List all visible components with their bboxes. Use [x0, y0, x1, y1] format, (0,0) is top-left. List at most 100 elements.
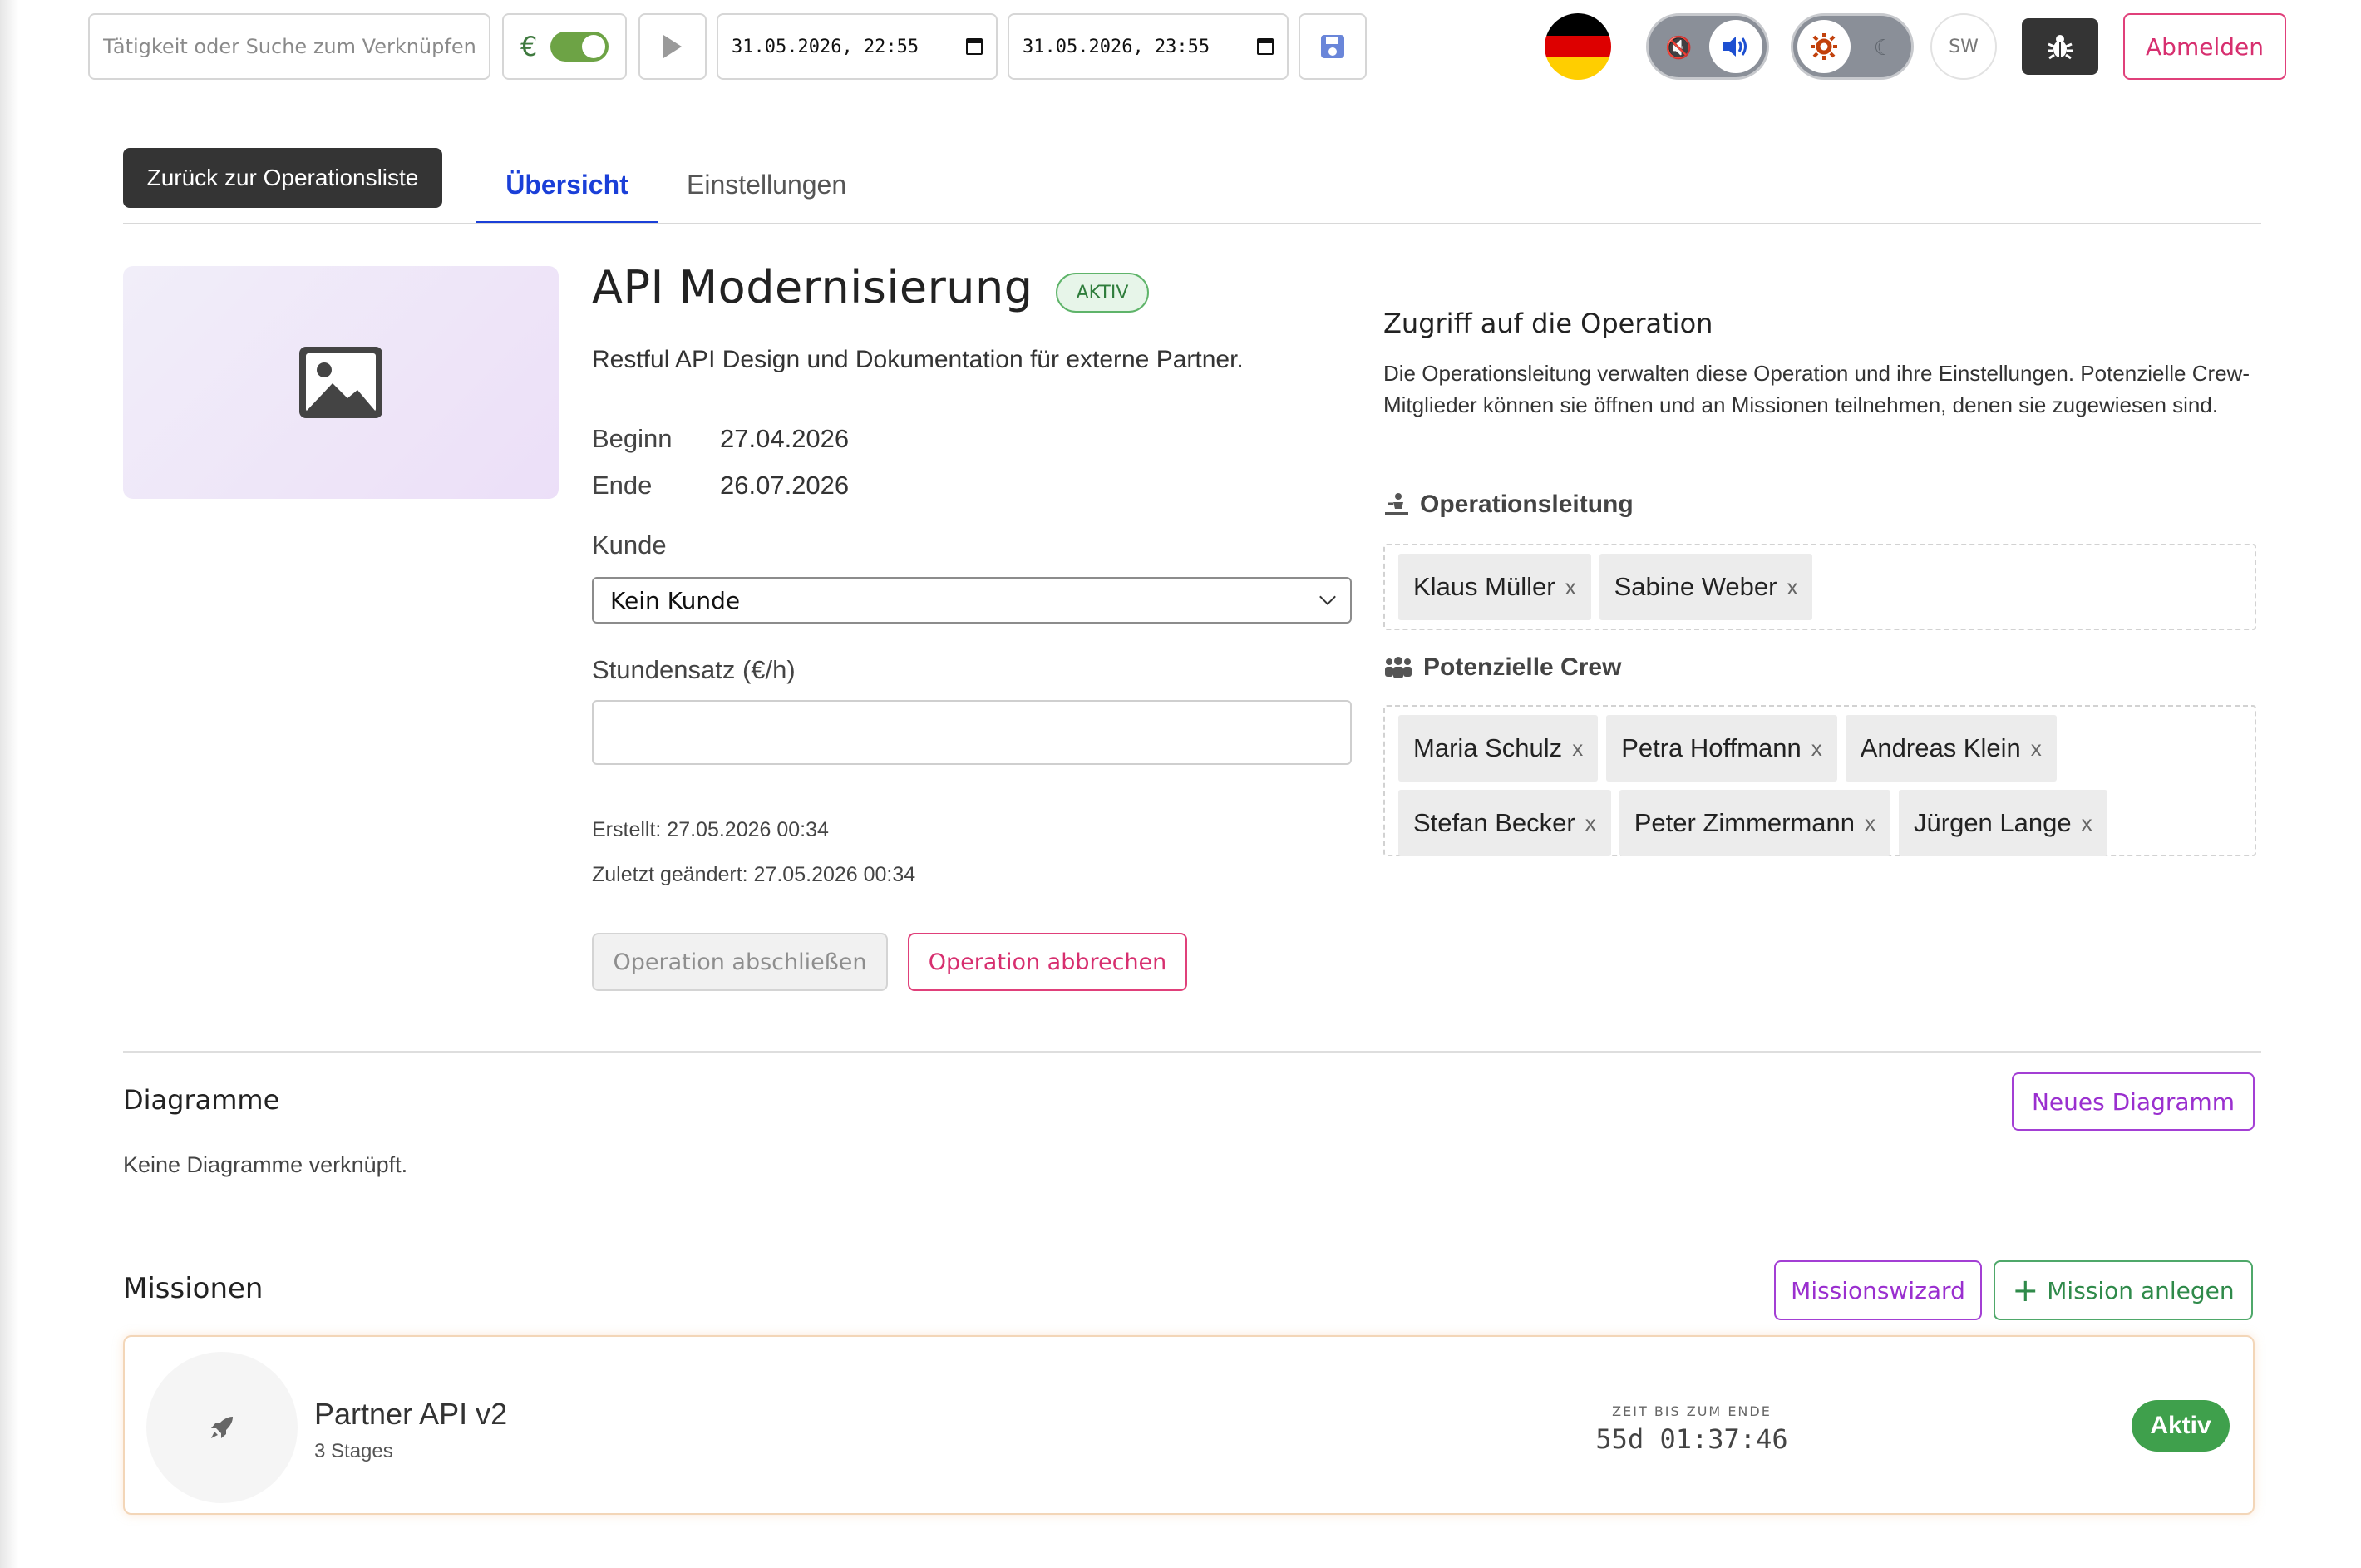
- flag-stripe-gold: [1545, 57, 1611, 80]
- mission-stage-count: 3 Stages: [314, 1440, 393, 1462]
- remove-crew-button[interactable]: x: [1572, 736, 1583, 762]
- access-heading: Zugriff auf die Operation: [1383, 308, 1713, 339]
- tab-overview[interactable]: Übersicht: [476, 160, 658, 224]
- new-diagram-button[interactable]: Neues Diagramm: [2012, 1072, 2255, 1131]
- begin-value: 27.04.2026: [720, 424, 850, 453]
- hourly-rate-input[interactable]: [592, 700, 1352, 765]
- billable-toggle[interactable]: [550, 32, 609, 62]
- lead-chip: Klaus Müller x: [1398, 554, 1591, 620]
- missions-heading: Missionen: [123, 1272, 264, 1305]
- save-icon: [1321, 35, 1344, 58]
- created-timestamp: Erstellt: 27.05.2026 00:34: [592, 818, 829, 841]
- potential-crew-title: Potenzielle Crew: [1423, 653, 1622, 681]
- crew-chip: Peter Zimmermann x: [1619, 790, 1891, 856]
- remove-crew-button[interactable]: x: [2031, 736, 2042, 762]
- sound-toggle[interactable]: 🔇: [1646, 13, 1769, 80]
- crew-chip: Maria Schulz x: [1398, 715, 1599, 782]
- remove-crew-button[interactable]: x: [1811, 736, 1822, 762]
- remove-crew-button[interactable]: x: [2082, 811, 2092, 836]
- access-description: Die Operationsleitung verwalten diese Op…: [1383, 361, 2250, 417]
- customer-label: Kunde: [592, 530, 667, 560]
- diagrams-empty-text: Keine Diagramme verknüpft.: [123, 1152, 408, 1177]
- back-to-operations-button[interactable]: Zurück zur Operationsliste: [123, 148, 442, 208]
- operation-image-placeholder[interactable]: [123, 266, 559, 499]
- calendar-icon[interactable]: [966, 38, 983, 55]
- moon-icon: ☾: [1873, 36, 1893, 61]
- start-datetime-value: 31.05.2026, 22:55: [732, 36, 919, 57]
- add-mission-label: Mission anlegen: [2047, 1276, 2235, 1304]
- tab-settings[interactable]: Einstellungen: [687, 160, 846, 200]
- customer-selected-value: Kein Kunde: [610, 586, 741, 614]
- start-datetime-input[interactable]: 31.05.2026, 22:55: [717, 13, 998, 80]
- crew-chip-name: Petra Hoffmann: [1621, 733, 1802, 762]
- billable-toggle-group[interactable]: €: [502, 13, 627, 80]
- begin-label: Beginn: [592, 424, 673, 453]
- end-datetime-value: 31.05.2026, 23:55: [1023, 36, 1210, 57]
- add-mission-button[interactable]: + Mission anlegen: [1994, 1260, 2253, 1320]
- leads-icon: [1385, 493, 1408, 515]
- crew-chip-name: Jürgen Lange: [1914, 808, 2072, 837]
- potential-crew-list[interactable]: Maria Schulz x Petra Hoffmann x Andreas …: [1383, 705, 2256, 856]
- theme-toggle[interactable]: ☾: [1791, 13, 1914, 80]
- sound-toggle-knob: [1709, 20, 1762, 73]
- activity-search-input[interactable]: [103, 35, 476, 58]
- operation-leads-list[interactable]: Klaus Müller x Sabine Weber x: [1383, 544, 2256, 630]
- operation-description: Restful API Design und Dokumentation für…: [592, 346, 1244, 373]
- calendar-icon[interactable]: [1257, 38, 1274, 55]
- image-icon: [299, 347, 382, 418]
- status-badge: AKTIV: [1056, 273, 1149, 313]
- remove-crew-button[interactable]: x: [1585, 811, 1596, 836]
- hourly-rate-label: Stundensatz (€/h): [592, 655, 796, 684]
- flag-stripe-red: [1545, 35, 1611, 58]
- operation-leads-title: Operationsleitung: [1420, 491, 1634, 518]
- crew-chip: Jürgen Lange x: [1899, 790, 2107, 856]
- window-edge: [0, 0, 18, 1568]
- customer-select[interactable]: Kein Kunde: [592, 577, 1352, 624]
- people-group-icon: [1385, 657, 1412, 678]
- mission-timer-label: ZEIT BIS ZUM ENDE: [1612, 1403, 1772, 1419]
- lead-chip-name: Klaus Müller: [1413, 572, 1555, 601]
- operation-leads-heading: Operationsleitung: [1383, 491, 1634, 519]
- mission-avatar: [146, 1352, 298, 1503]
- end-value: 26.07.2026: [720, 471, 850, 500]
- remove-crew-button[interactable]: x: [1865, 811, 1875, 836]
- flag-stripe-black: [1545, 13, 1611, 36]
- tabs-divider: [123, 223, 2261, 224]
- crew-chip-name: Maria Schulz: [1413, 733, 1563, 762]
- mission-wizard-button[interactable]: Missionswizard: [1774, 1260, 1982, 1320]
- grayscale-button[interactable]: SW: [1930, 13, 1997, 80]
- plus-icon: +: [2012, 1272, 2039, 1309]
- theme-toggle-knob: [1797, 20, 1851, 73]
- sun-icon: [1811, 33, 1837, 60]
- remove-lead-button[interactable]: x: [1787, 574, 1797, 600]
- logout-button[interactable]: Abmelden: [2123, 13, 2286, 80]
- section-divider: [123, 1051, 2261, 1053]
- close-operation-button[interactable]: Operation abschließen: [592, 933, 888, 991]
- mission-name: Partner API v2: [314, 1397, 508, 1431]
- language-flag-button[interactable]: [1545, 13, 1611, 80]
- rocket-icon: [211, 1417, 233, 1438]
- cancel-operation-button[interactable]: Operation abbrechen: [908, 933, 1187, 991]
- operation-title: API Modernisierung: [592, 261, 1033, 313]
- volume-icon: [1723, 37, 1747, 57]
- mute-icon: 🔇: [1665, 36, 1693, 61]
- start-timer-button[interactable]: [638, 13, 707, 80]
- end-label: Ende: [592, 471, 653, 500]
- lead-chip: Sabine Weber x: [1599, 554, 1813, 620]
- save-entry-button[interactable]: [1299, 13, 1367, 80]
- mission-card[interactable]: Partner API v2 3 Stages ZEIT BIS ZUM END…: [123, 1335, 2255, 1515]
- potential-crew-heading: Potenzielle Crew: [1383, 653, 1621, 682]
- top-toolbar: € 31.05.2026, 22:55 31.05.2026, 23:55 🔇: [88, 13, 2361, 80]
- end-datetime-input[interactable]: 31.05.2026, 23:55: [1008, 13, 1289, 80]
- activity-search[interactable]: [88, 13, 490, 80]
- lead-chip-name: Sabine Weber: [1614, 572, 1777, 601]
- bug-icon: [2048, 35, 2073, 60]
- mission-timer-value: 55d 01:37:46: [1595, 1423, 1788, 1455]
- bug-report-button[interactable]: [2022, 18, 2098, 75]
- remove-lead-button[interactable]: x: [1565, 574, 1576, 600]
- crew-chip: Andreas Klein x: [1845, 715, 2057, 782]
- play-icon: [663, 35, 682, 58]
- euro-icon: €: [520, 31, 538, 62]
- chevron-down-icon: [1319, 589, 1336, 605]
- crew-chip: Stefan Becker x: [1398, 790, 1611, 856]
